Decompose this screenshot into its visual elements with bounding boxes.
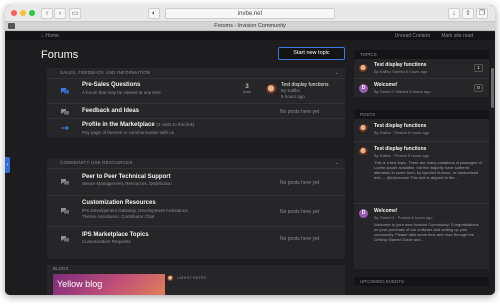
reply-count: 0 <box>474 84 483 92</box>
category-sales: SALES, FEEDBACK AND INFORMATION ⌄ Pre-Sa… <box>47 68 345 138</box>
avatar[interactable] <box>167 275 174 282</box>
post-meta: By Kallbo · Posted 5 hours ago <box>374 153 430 158</box>
no-posts-label: No posts here yet <box>280 209 320 215</box>
blog-meta: LATEST ENTRY <box>177 275 207 280</box>
breadcrumb[interactable]: ⌂ Home <box>41 33 59 39</box>
subforum-links[interactable]: Server Management, Resources, Distributi… <box>82 181 172 186</box>
minimize-window-button[interactable] <box>20 10 26 16</box>
category-heading[interactable]: SALES, FEEDBACK AND INFORMATION ⌄ <box>47 69 345 77</box>
avatar[interactable]: D <box>359 84 368 93</box>
address-bar[interactable]: invbe.net <box>165 8 335 19</box>
forum-description: Pay page of themes or communication with… <box>82 130 175 135</box>
list-item[interactable]: D Welcome! By Owen H · Posted 6 hours ag… <box>354 203 489 269</box>
posts-list: Test display functions By Kallbo · Poste… <box>354 119 489 269</box>
shield-icon[interactable]: ◐ <box>148 8 160 19</box>
chat-bubbles-icon <box>61 236 69 242</box>
topic-meta: By Kallbo Started 5 hours ago <box>374 69 428 74</box>
subforum-links[interactable]: Theme Assistance, Contributor Chat <box>82 214 154 219</box>
close-window-button[interactable] <box>11 10 17 16</box>
start-new-topic-button[interactable]: Start new topic <box>278 47 345 60</box>
category-heading[interactable]: COMMUNITY USE RESOURCES ⌄ <box>47 159 345 167</box>
chat-bubbles-icon <box>61 88 69 94</box>
chat-bubbles-icon <box>61 179 69 185</box>
chat-bubbles-icon <box>61 109 69 115</box>
avatar[interactable]: D <box>359 209 368 218</box>
arrow-right-icon <box>61 125 69 131</box>
avatar[interactable] <box>359 64 368 73</box>
list-item[interactable]: Test display functions By Kallbo · Poste… <box>354 119 489 141</box>
avatar[interactable] <box>266 84 277 95</box>
subforum-links[interactable]: IPS Development Gateway, Development Ass… <box>82 208 189 213</box>
post-meta: By Kallbo · Posted 5 hours ago <box>374 130 430 135</box>
post-excerpt: This is a test topic. There are many var… <box>374 160 482 180</box>
no-posts-label: No posts here yet <box>280 180 320 186</box>
zoom-window-button[interactable] <box>29 10 35 16</box>
forum-title[interactable]: Profile in the Marketplace (3 visits to … <box>82 122 194 128</box>
forum-title[interactable]: Customization Resources <box>82 200 156 206</box>
topics-heading: TOPICS <box>354 50 489 59</box>
page-title: Forums <box>41 49 79 61</box>
blog-cover-text: Yellow blog <box>57 279 103 289</box>
browser-window: ‹ › ▭ ◐ invbe.net ↓ ⇧ ❐ Forums - Invisio… <box>5 5 495 295</box>
post-count: 3 posts <box>242 84 252 94</box>
tab-bar: Forums - Invision Community <box>5 22 495 31</box>
blog-cover-image[interactable]: Yellow blog <box>53 274 165 295</box>
tabs-icon[interactable]: ❐ <box>476 8 488 19</box>
no-posts-label: No posts here yet <box>280 236 320 242</box>
post-title[interactable]: Welcome! <box>374 208 398 214</box>
upcoming-events-heading: UPCOMING EVENTS <box>354 277 489 286</box>
sidebar-toggle-handle[interactable]: › <box>5 157 10 173</box>
forum-row-customization[interactable]: Customization Resources IPS Development … <box>47 195 345 226</box>
chevron-down-icon[interactable]: ⌄ <box>335 69 339 77</box>
back-icon[interactable]: ‹ <box>41 8 53 19</box>
forum-title[interactable]: IPS Marketplace Topics <box>82 232 149 238</box>
blog-heading: BLOGS <box>53 266 69 271</box>
blog-widget: BLOGS Yellow blog LATEST ENTRY <box>47 265 345 295</box>
post-title[interactable]: Test display functions <box>374 123 426 129</box>
forum-description: A forum that may be viewed at any time <box>82 90 161 95</box>
forum-row-profile[interactable]: Profile in the Marketplace (3 visits to … <box>47 118 345 138</box>
forum-title[interactable]: Peer to Peer Technical Support <box>82 174 171 180</box>
browser-toolbar: ‹ › ▭ ◐ invbe.net ↓ ⇧ ❐ <box>5 5 495 22</box>
sidebar: TOPICS Test display functions By Kallbo … <box>354 32 489 295</box>
list-item[interactable]: D Welcome! By Owen H Started 6 hours ago… <box>354 78 489 97</box>
post-excerpt: Welcome to your new Invision Community! … <box>374 222 479 242</box>
no-posts-label: No posts here yet <box>280 109 320 115</box>
topic-title[interactable]: Welcome! <box>374 82 398 88</box>
page: ⌂ Home Unread Content Mark site read › F… <box>5 32 495 295</box>
avatar[interactable] <box>359 147 368 156</box>
list-item[interactable]: Test display functions By Kallbo Started… <box>354 59 489 78</box>
chevron-down-icon[interactable]: ⌄ <box>335 159 339 167</box>
post-title[interactable]: Test display functions <box>374 146 426 152</box>
share-icon[interactable]: ⇧ <box>462 8 474 19</box>
forum-title[interactable]: Feedback and Ideas <box>82 108 139 114</box>
topic-meta: By Owen H Started 6 hours ago <box>374 89 431 94</box>
visit-count: (3 visits to this link) <box>156 122 195 127</box>
post-meta: By Owen H · Posted 6 hours ago <box>374 215 433 220</box>
download-icon[interactable]: ↓ <box>448 8 460 19</box>
avatar[interactable] <box>359 124 368 133</box>
forum-row-marketplace-topics[interactable]: IPS Marketplace Topics Customization Req… <box>47 226 345 251</box>
subforum-links[interactable]: Customization Requests <box>82 239 131 244</box>
forum-title[interactable]: Pre-Sales Questions <box>82 82 140 88</box>
last-post-author[interactable]: By Kallbo <box>281 88 300 93</box>
forum-row-pre-sales[interactable]: Pre-Sales Questions A forum that may be … <box>47 78 345 103</box>
sidebar-icon[interactable]: ▭ <box>69 8 81 19</box>
chat-bubbles-icon <box>61 208 69 214</box>
posts-heading: POSTS <box>354 110 489 119</box>
last-post-time: 5 hours ago <box>281 94 305 99</box>
tab-title[interactable]: Forums - Invision Community <box>5 23 495 29</box>
topics-list: Test display functions By Kallbo Started… <box>354 59 489 97</box>
list-item[interactable]: Test display functions By Kallbo · Poste… <box>354 141 489 203</box>
category-community: COMMUNITY USE RESOURCES ⌄ Peer to Peer T… <box>47 158 345 259</box>
reply-count: 1 <box>474 64 483 72</box>
topic-title[interactable]: Test display functions <box>374 62 426 68</box>
forum-row-feedback[interactable]: Feedback and Ideas No posts here yet <box>47 103 345 118</box>
forum-row-peer-support[interactable]: Peer to Peer Technical Support Server Ma… <box>47 168 345 195</box>
forward-icon[interactable]: › <box>54 8 66 19</box>
page-scrollbar[interactable] <box>491 68 494 108</box>
